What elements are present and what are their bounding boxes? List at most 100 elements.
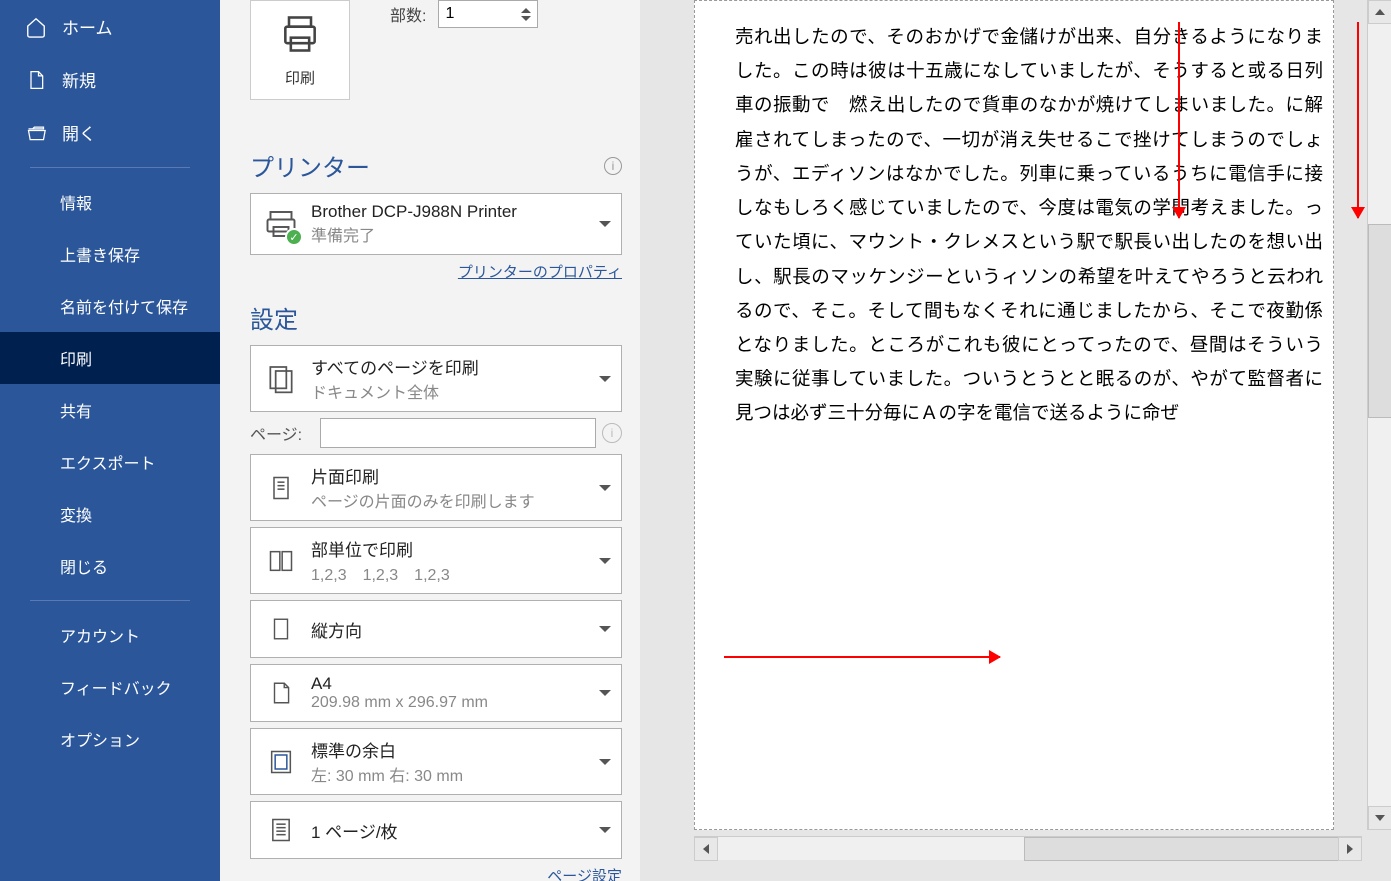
sidebar-item-export[interactable]: エクスポート xyxy=(0,436,220,488)
sidebar-label: ホーム xyxy=(62,14,113,39)
pages-label: ページ: xyxy=(250,421,320,445)
page-setup-link[interactable]: ページ設定 xyxy=(250,865,622,881)
chevron-down-icon xyxy=(599,558,611,564)
chevron-down-icon xyxy=(599,626,611,632)
paper-icon xyxy=(261,673,301,713)
printer-selector[interactable]: ✓ Brother DCP-J988N Printer 準備完了 xyxy=(250,193,622,255)
sidebar-label: 共有 xyxy=(60,398,92,422)
sidebar-label: 開く xyxy=(62,120,96,145)
pages-input[interactable] xyxy=(320,418,596,448)
chevron-down-icon xyxy=(599,221,611,227)
preview-text: 売れ出したので、そのおかげで金儲けが出来、自分きるようになりました。この時は彼は… xyxy=(735,21,1323,432)
scroll-right-button[interactable] xyxy=(1338,837,1362,861)
dd-main: 片面印刷 xyxy=(311,463,599,488)
horizontal-scrollbar xyxy=(694,836,1362,860)
spinner-up[interactable] xyxy=(521,8,531,13)
collate-icon xyxy=(261,541,301,581)
sidebar-label: アカウント xyxy=(60,623,140,647)
printer-properties-link[interactable]: プリンターのプロパティ xyxy=(250,261,622,282)
dd-main: A4 xyxy=(311,674,599,694)
preview-page: 売れ出したので、そのおかげで金儲けが出来、自分きるようになりました。この時は彼は… xyxy=(694,0,1334,830)
page-single-icon xyxy=(261,468,301,508)
print-button[interactable]: 印刷 xyxy=(250,0,350,100)
print-range-selector[interactable]: すべてのページを印刷 ドキュメント全体 xyxy=(250,345,622,412)
copies-value: 1 xyxy=(445,5,454,23)
paper-size-selector[interactable]: A4 209.98 mm x 296.97 mm xyxy=(250,664,622,722)
divider xyxy=(30,600,190,601)
sidebar-item-options[interactable]: オプション xyxy=(0,713,220,765)
collate-selector[interactable]: 部単位で印刷 1,2,3 1,2,3 1,2,3 xyxy=(250,527,622,594)
sidebar-label: エクスポート xyxy=(60,450,156,474)
vertical-scrollbar xyxy=(1367,0,1391,830)
portrait-icon xyxy=(261,609,301,649)
dd-main: 1 ページ/枚 xyxy=(311,818,599,843)
info-icon[interactable]: i xyxy=(604,157,622,175)
dd-main: すべてのページを印刷 xyxy=(311,354,599,379)
scroll-left-button[interactable] xyxy=(694,837,718,861)
margins-icon xyxy=(261,742,301,782)
divider xyxy=(30,167,190,168)
spinner-down[interactable] xyxy=(521,16,531,21)
print-button-label: 印刷 xyxy=(285,67,315,88)
dd-sub: ページの片面のみを印刷します xyxy=(311,488,599,512)
sidebar-label: 新規 xyxy=(62,67,96,92)
backstage-sidebar: ホーム 新規 開く 情報 上書き保存 名前を付けて保存 印刷 共有 エクスポート… xyxy=(0,0,220,881)
sidebar-item-print[interactable]: 印刷 xyxy=(0,332,220,384)
heading-text: 設定 xyxy=(250,300,298,335)
home-icon xyxy=(24,15,48,39)
sidebar-item-account[interactable]: アカウント xyxy=(0,609,220,661)
pages-per-sheet-selector[interactable]: 1 ページ/枚 xyxy=(250,801,622,859)
printer-status: 準備完了 xyxy=(311,222,599,246)
annotation-arrow xyxy=(724,656,1000,658)
sidebar-item-share[interactable]: 共有 xyxy=(0,384,220,436)
chevron-down-icon xyxy=(599,759,611,765)
settings-heading: 設定 xyxy=(250,300,622,335)
dd-sub: 209.98 mm x 296.97 mm xyxy=(311,694,599,712)
sidebar-item-close[interactable]: 閉じる xyxy=(0,540,220,592)
sidebar-item-new[interactable]: 新規 xyxy=(0,53,220,106)
print-preview-area: 売れ出したので、そのおかげで金儲けが出来、自分きるようになりました。この時は彼は… xyxy=(640,0,1391,881)
margins-selector[interactable]: 標準の余白 左: 30 mm 右: 30 mm xyxy=(250,728,622,795)
sidebar-item-home[interactable]: ホーム xyxy=(0,0,220,53)
scroll-thumb[interactable] xyxy=(1024,837,1340,861)
page-grid-icon xyxy=(261,810,301,850)
sidebar-item-feedback[interactable]: フィードバック xyxy=(0,661,220,713)
sidebar-item-save[interactable]: 上書き保存 xyxy=(0,228,220,280)
sidebar-label: 情報 xyxy=(60,190,92,214)
sidebar-label: 名前を付けて保存 xyxy=(60,294,188,318)
sidebar-label: オプション xyxy=(60,727,140,751)
dd-main: 縦方向 xyxy=(311,617,599,642)
sidebar-item-transform[interactable]: 変換 xyxy=(0,488,220,540)
sidebar-label: 上書き保存 xyxy=(60,242,140,266)
scroll-thumb[interactable] xyxy=(1368,224,1391,418)
orientation-selector[interactable]: 縦方向 xyxy=(250,600,622,658)
sidebar-item-saveas[interactable]: 名前を付けて保存 xyxy=(0,280,220,332)
sidebar-item-info[interactable]: 情報 xyxy=(0,176,220,228)
dd-main: 部単位で印刷 xyxy=(311,536,599,561)
spinner xyxy=(521,1,531,27)
dd-sub: 1,2,3 1,2,3 1,2,3 xyxy=(311,561,599,585)
dd-main: 標準の余白 xyxy=(311,737,599,762)
heading-text: プリンター xyxy=(250,148,370,183)
annotation-arrow xyxy=(1357,22,1359,218)
sidebar-label: 閉じる xyxy=(60,554,108,578)
sidebar-item-open[interactable]: 開く xyxy=(0,106,220,159)
chevron-down-icon xyxy=(599,827,611,833)
sided-selector[interactable]: 片面印刷 ページの片面のみを印刷します xyxy=(250,454,622,521)
printer-device-icon: ✓ xyxy=(261,204,301,244)
folder-open-icon xyxy=(24,121,48,145)
printer-icon xyxy=(278,12,322,61)
chevron-down-icon xyxy=(599,690,611,696)
scroll-up-button[interactable] xyxy=(1368,0,1391,24)
copies-input[interactable]: 1 xyxy=(438,0,538,28)
info-icon[interactable]: i xyxy=(602,423,622,443)
ready-badge-icon: ✓ xyxy=(285,228,303,246)
sidebar-label: 印刷 xyxy=(60,346,92,370)
copies-label: 部数: xyxy=(390,2,426,26)
printer-heading: プリンター i xyxy=(250,148,622,183)
scroll-down-button[interactable] xyxy=(1368,806,1391,830)
dd-sub: ドキュメント全体 xyxy=(311,379,599,403)
sidebar-label: 変換 xyxy=(60,502,92,526)
print-settings-panel: 印刷 部数: 1 プリンター i ✓ Brother DCP-J988N Pri… xyxy=(220,0,640,881)
sidebar-label: フィードバック xyxy=(60,675,172,699)
